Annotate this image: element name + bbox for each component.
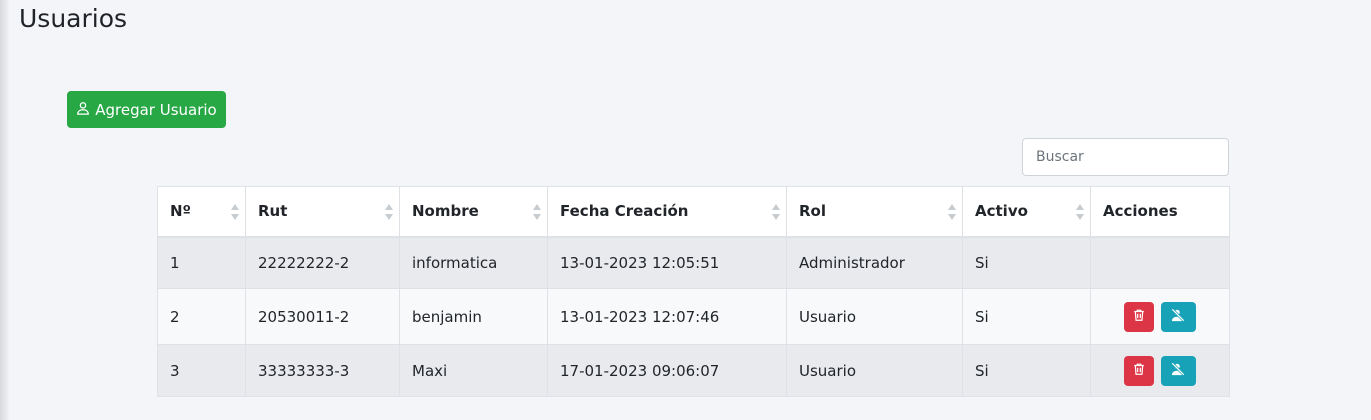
column-header-fecha[interactable]: Fecha Creación	[547, 186, 787, 238]
cell-fecha: 17-01-2023 09:06:07	[547, 344, 787, 397]
cell-acciones	[1090, 288, 1230, 345]
cell-num: 2	[157, 288, 246, 345]
sort-icon	[231, 204, 239, 220]
cell-num: 1	[157, 236, 246, 289]
trash-icon	[1132, 362, 1146, 379]
cell-activo: Si	[962, 344, 1091, 397]
deactivate-user-button[interactable]	[1160, 355, 1196, 386]
table-row: 1 22222222-2 informatica 13-01-2023 12:0…	[157, 236, 1230, 289]
cell-acciones	[1090, 344, 1230, 397]
cell-fecha: 13-01-2023 12:07:46	[547, 288, 787, 345]
user-slash-icon	[1171, 308, 1186, 325]
table-row: 2 20530011-2 benjamin 13-01-2023 12:07:4…	[157, 288, 1230, 345]
cell-rol: Usuario	[786, 344, 963, 397]
cell-nombre: benjamin	[399, 288, 548, 345]
column-header-nombre[interactable]: Nombre	[399, 186, 548, 238]
column-header-acciones: Acciones	[1090, 186, 1230, 238]
sort-icon	[1076, 204, 1084, 220]
users-table: Nº Rut Nombre Fecha Creación Rol Activo …	[157, 186, 1230, 397]
search-input[interactable]	[1022, 138, 1229, 176]
cell-nombre: Maxi	[399, 344, 548, 397]
sort-icon	[385, 204, 393, 220]
cell-rol: Administrador	[786, 236, 963, 289]
cell-fecha: 13-01-2023 12:05:51	[547, 236, 787, 289]
cell-rut: 20530011-2	[245, 288, 400, 345]
cell-num: 3	[157, 344, 246, 397]
sort-icon	[772, 204, 780, 220]
delete-user-button[interactable]	[1124, 355, 1155, 386]
cell-activo: Si	[962, 236, 1091, 289]
cell-rol: Usuario	[786, 288, 963, 345]
column-header-rut[interactable]: Rut	[245, 186, 400, 238]
sort-icon	[948, 204, 956, 220]
table-header-row: Nº Rut Nombre Fecha Creación Rol Activo …	[157, 186, 1230, 238]
column-header-num[interactable]: Nº	[157, 186, 246, 238]
cell-acciones	[1090, 236, 1230, 289]
table-row: 3 33333333-3 Maxi 17-01-2023 09:06:07 Us…	[157, 344, 1230, 397]
column-header-rol[interactable]: Rol	[786, 186, 963, 238]
deactivate-user-button[interactable]	[1160, 301, 1196, 332]
cell-rut: 22222222-2	[245, 236, 400, 289]
cell-rut: 33333333-3	[245, 344, 400, 397]
cell-nombre: informatica	[399, 236, 548, 289]
delete-user-button[interactable]	[1124, 301, 1155, 332]
user-icon	[76, 101, 90, 119]
column-header-activo[interactable]: Activo	[962, 186, 1091, 238]
sort-icon	[533, 204, 541, 220]
page-title: Usuarios	[19, 4, 128, 33]
cell-activo: Si	[962, 288, 1091, 345]
add-user-button[interactable]: Agregar Usuario	[67, 91, 226, 128]
trash-icon	[1132, 308, 1146, 325]
add-user-label: Agregar Usuario	[95, 100, 217, 119]
sidebar-edge	[0, 0, 10, 420]
user-slash-icon	[1171, 362, 1186, 379]
